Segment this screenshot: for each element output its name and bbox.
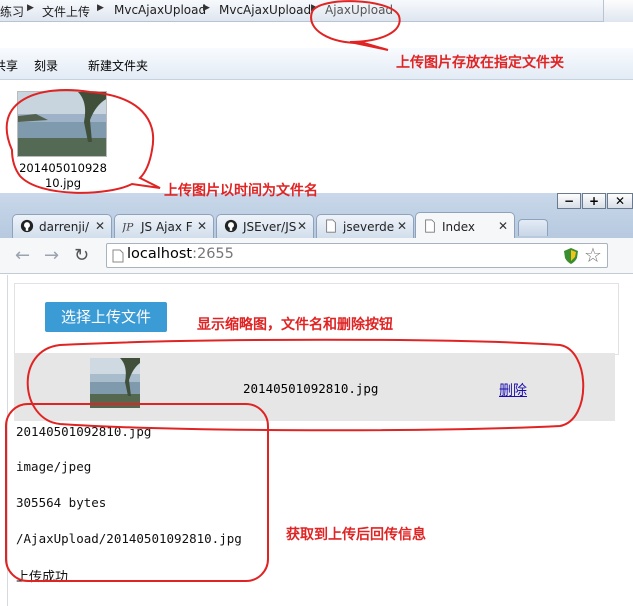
svg-text:JP: JP	[122, 221, 134, 233]
forward-arrow-icon[interactable]: →	[44, 245, 59, 266]
minimize-button[interactable]: −	[557, 193, 581, 209]
info-status: 上传成功	[16, 570, 69, 585]
breadcrumb-current[interactable]: AjaxUpload	[325, 3, 393, 17]
image-thumbnail[interactable]	[17, 91, 107, 157]
browser-tab[interactable]: JSEver/JS ✕	[216, 214, 314, 238]
page-icon	[326, 219, 336, 233]
page-icon	[425, 219, 435, 233]
browser-tab-active[interactable]: Index ✕	[415, 212, 515, 239]
tab-title: jseverde	[343, 220, 395, 234]
github-icon	[20, 219, 34, 233]
annotation-return-info: 获取到上传后回传信息	[286, 527, 426, 543]
close-tab-icon[interactable]: ✕	[197, 219, 207, 233]
delete-link[interactable]: 删除	[499, 380, 527, 400]
jsfiddle-icon: JP	[122, 221, 134, 233]
tab-title: Index	[442, 220, 476, 234]
page-info-icon[interactable]	[112, 249, 124, 263]
info-file-path: /AjaxUpload/20140501092810.jpg	[16, 531, 242, 546]
reload-icon[interactable]: ↻	[74, 245, 89, 266]
close-window-button[interactable]: ✕	[607, 193, 633, 209]
address-dropdown[interactable]	[603, 0, 633, 22]
browser-tab[interactable]: JP JS Ajax F ✕	[114, 214, 214, 238]
annotation-time-name: 上传图片以时间为文件名	[164, 183, 318, 199]
choose-file-button[interactable]: 选择上传文件	[45, 302, 167, 332]
breadcrumb-item[interactable]: MvcAjaxUpload	[219, 3, 311, 17]
close-tab-icon[interactable]: ✕	[95, 219, 105, 233]
chevron-right-icon: ▶	[311, 3, 318, 13]
file-name-label: 20140501092810.jpg	[19, 161, 107, 190]
explorer-address-bar[interactable]: 练习 ▶ 文件上传 ▶ MvcAjaxUpload ▶ MvcAjaxUploa…	[0, 0, 633, 22]
github-icon	[224, 219, 238, 233]
star-bookmark-icon[interactable]: ☆	[584, 243, 602, 267]
tab-title: darrenji/	[39, 220, 90, 234]
new-tab-button[interactable]	[518, 219, 548, 236]
info-file-name: 20140501092810.jpg	[16, 424, 152, 439]
close-tab-icon[interactable]: ✕	[498, 219, 508, 233]
url-port: :2655	[192, 246, 234, 262]
toolbar-share[interactable]: 共享	[0, 57, 18, 74]
shield-extension-icon[interactable]	[563, 247, 579, 265]
tab-title: JS Ajax F	[141, 220, 193, 234]
info-content-type: image/jpeg	[16, 459, 92, 474]
browser-tab[interactable]: darrenji/ ✕	[12, 214, 112, 238]
back-arrow-icon[interactable]: ←	[15, 245, 30, 266]
uploaded-image-thumbnail	[90, 358, 140, 408]
chevron-right-icon: ▶	[27, 3, 34, 13]
chevron-right-icon: ▶	[97, 3, 104, 13]
browser-tab[interactable]: jseverde ✕	[316, 214, 414, 238]
info-file-size: 305564 bytes	[16, 495, 107, 510]
toolbar-new-folder[interactable]: 新建文件夹	[88, 57, 148, 74]
annotation-save-folder: 上传图片存放在指定文件夹	[396, 55, 564, 71]
breadcrumb-item[interactable]: 练习	[0, 3, 24, 20]
url-text: localhost:2655	[127, 246, 234, 262]
annotation-show-thumb: 显示缩略图，文件名和删除按钮	[197, 317, 393, 333]
chevron-right-icon: ▶	[203, 3, 210, 13]
uploaded-file-name: 20140501092810.jpg	[243, 381, 379, 396]
url-host: localhost	[127, 246, 193, 262]
close-tab-icon[interactable]: ✕	[297, 219, 307, 233]
breadcrumb-item[interactable]: 文件上传	[42, 3, 90, 20]
toolbar-burn[interactable]: 刻录	[34, 57, 58, 74]
maximize-button[interactable]: +	[582, 193, 606, 209]
close-tab-icon[interactable]: ✕	[397, 219, 407, 233]
tab-title: JSEver/JS	[243, 220, 297, 234]
breadcrumb-item[interactable]: MvcAjaxUpload	[114, 3, 206, 17]
